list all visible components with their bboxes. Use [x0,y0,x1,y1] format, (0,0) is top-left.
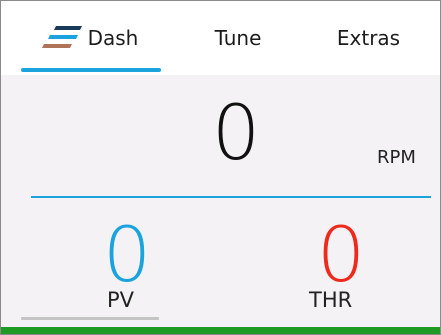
tab-tune-label: Tune [214,26,262,50]
thr-label: THR [309,288,353,312]
tab-tune[interactable]: Tune [179,1,297,75]
pv-label: PV [107,288,135,312]
rpm-value: 0 [211,88,261,177]
pv-value: 0 [102,210,152,299]
active-tab-indicator [21,68,161,72]
rpm-unit-label: RPM [377,147,416,168]
scroll-indicator[interactable] [21,317,159,320]
tab-dash-label: Dash [87,26,139,50]
thr-value: 0 [316,210,366,299]
tab-extras[interactable]: Extras [297,1,440,75]
app-logo-icon [41,26,82,48]
tab-extras-label: Extras [336,26,401,50]
divider [31,196,431,198]
app-window: Dash Tune Extras 0 RPM 0 0 PV THR [0,0,441,335]
status-bar [1,327,440,334]
tab-dash[interactable]: Dash [1,1,179,75]
tab-bar: Dash Tune Extras [1,1,440,75]
